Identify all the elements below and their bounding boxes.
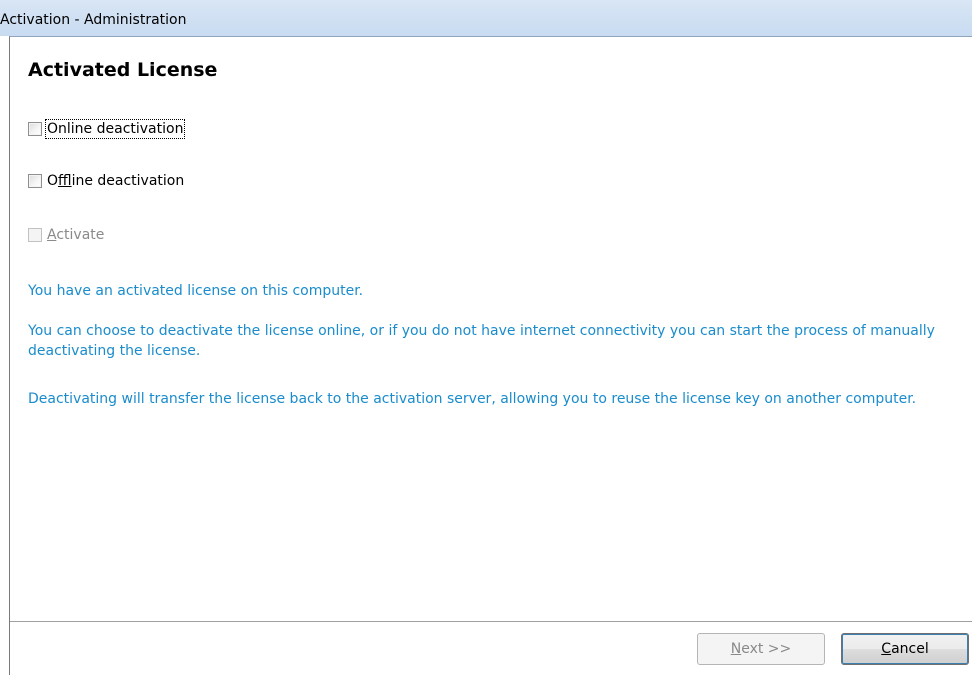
window-title: Activation - Administration [0, 12, 187, 28]
activate-label-post: ctivate [56, 227, 105, 243]
online-deactivation-checkbox[interactable]: Online deactivation [28, 119, 186, 139]
info-text-choice: You can choose to deactivate the license… [28, 323, 935, 359]
cancel-button-mnemonic: C [881, 641, 892, 657]
offline-label-pre: O [47, 173, 59, 189]
cancel-button[interactable]: Cancel [841, 633, 969, 665]
activate-checkbox-box [28, 228, 42, 242]
window-titlebar: Activation - Administration [0, 0, 972, 36]
offline-deactivation-checkbox[interactable]: Offline deactivation [28, 171, 185, 191]
footer-divider [10, 621, 972, 622]
next-button[interactable]: Next >> [697, 633, 825, 665]
page-title: Activated License [28, 59, 218, 81]
activate-label-mnemonic: A [47, 227, 57, 243]
activate-label: Activate [46, 226, 105, 244]
offline-deactivation-checkbox-box[interactable] [28, 174, 42, 188]
offline-label-mnemonic: f [58, 173, 72, 189]
info-text-status: You have an activated license on this co… [28, 283, 364, 299]
dialog-window: Activated License Online deactivation Of… [9, 36, 972, 675]
online-deactivation-checkbox-box[interactable] [28, 122, 42, 136]
online-deactivation-label[interactable]: Online deactivation [44, 119, 186, 139]
next-button-mnemonic: N [730, 641, 742, 657]
info-text-transfer: Deactivating will transfer the license b… [28, 391, 917, 407]
next-button-rest: ext >> [741, 641, 792, 657]
offline-deactivation-label[interactable]: Offline deactivation [46, 172, 185, 190]
offline-label-post: fline deactivation [71, 173, 185, 189]
activate-checkbox: Activate [28, 225, 105, 245]
cancel-button-rest: ancel [891, 641, 929, 657]
